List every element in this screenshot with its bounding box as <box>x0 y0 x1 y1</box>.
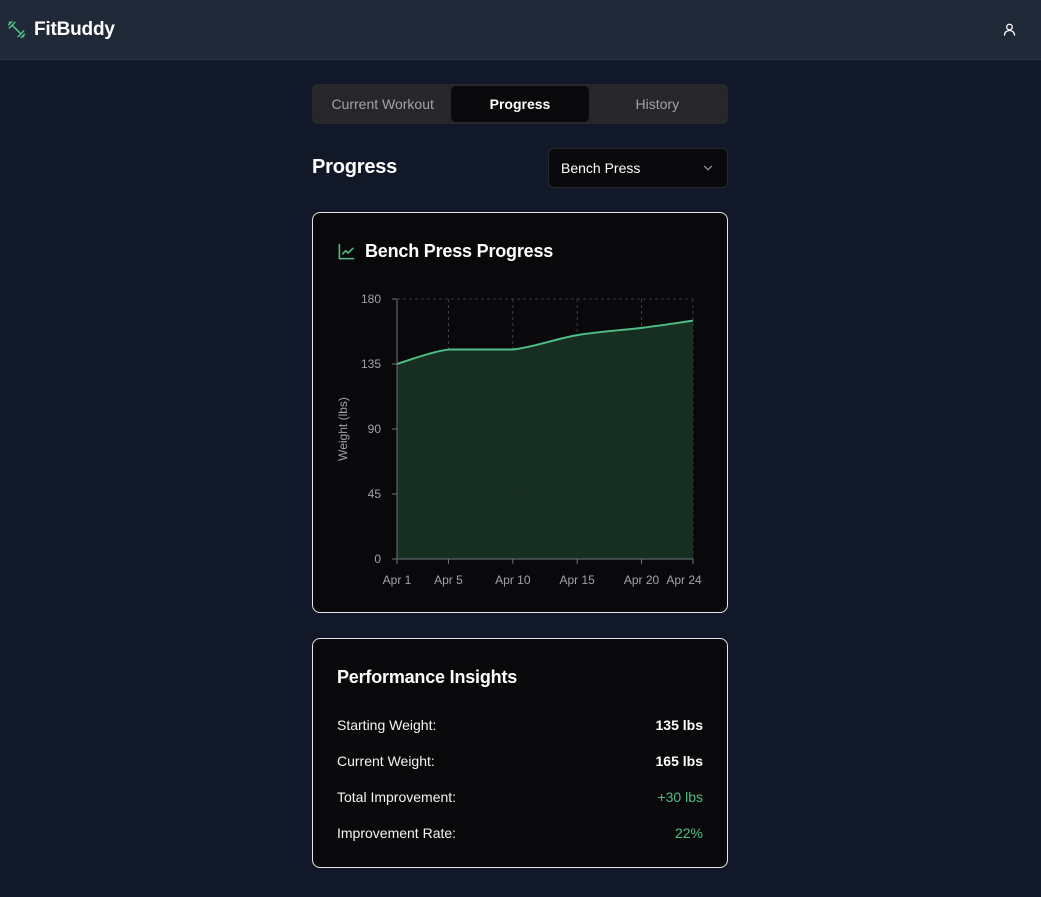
view-tabs: Current Workout Progress History <box>312 84 728 124</box>
x-tick-label: Apr 1 <box>383 573 412 587</box>
insight-label: Total Improvement: <box>337 789 457 805</box>
progress-chart: 0 45 90 135 180 Apr 1 Apr 5 Apr 10 Apr 15 Apr 20 A… <box>336 292 702 587</box>
brand[interactable]: FitBuddy <box>7 19 115 41</box>
performance-insights-card: Performance Insights Starting Weight: 13… <box>312 638 728 868</box>
y-tick-label: 135 <box>361 357 381 371</box>
tab-current-workout[interactable]: Current Workout <box>314 86 451 122</box>
x-tick-label: Apr 20 <box>624 573 660 587</box>
insight-row-improvement-rate: Improvement Rate: 22% <box>337 823 703 843</box>
x-tick-label: Apr 10 <box>495 573 531 587</box>
insight-value: 22% <box>674 825 703 841</box>
y-tick-label: 90 <box>368 422 382 436</box>
insight-row-total-improvement: Total Improvement: +30 lbs <box>337 787 703 807</box>
insight-label: Improvement Rate: <box>337 825 457 841</box>
insight-value: 135 lbs <box>655 717 703 733</box>
insight-row-starting-weight: Starting Weight: 135 lbs <box>337 715 703 735</box>
x-tick-label: Apr 5 <box>434 573 463 587</box>
y-tick-label: 0 <box>374 552 381 566</box>
insight-label: Starting Weight: <box>337 717 437 733</box>
user-icon <box>1002 22 1017 37</box>
insight-value: 165 lbs <box>655 753 703 769</box>
app-name: FitBuddy <box>34 18 115 40</box>
y-tick-label: 45 <box>368 487 382 501</box>
insight-row-current-weight: Current Weight: 165 lbs <box>337 751 703 771</box>
x-tick-label: Apr 24 <box>666 573 702 587</box>
exercise-select[interactable]: Bench Press <box>548 148 728 188</box>
y-tick-label: 180 <box>361 292 381 306</box>
dumbbell-icon <box>7 20 26 39</box>
y-axis-label: Weight (lbs) <box>336 397 350 461</box>
insight-label: Current Weight: <box>337 753 435 769</box>
insight-value: +30 lbs <box>657 789 703 805</box>
tab-progress[interactable]: Progress <box>451 86 589 122</box>
insights-title: Performance Insights <box>337 667 518 687</box>
area-fill-series <box>397 320 693 559</box>
tab-history[interactable]: History <box>589 86 726 122</box>
user-profile-button[interactable] <box>997 18 1021 42</box>
progress-chart-card: Bench Press Progress 0 45 90 135 180 Apr 1 Apr… <box>312 212 728 613</box>
top-bar: FitBuddy <box>0 0 1041 60</box>
chevron-down-icon <box>701 161 715 175</box>
page-title: Progress <box>312 156 398 178</box>
exercise-select-value: Bench Press <box>561 160 641 176</box>
x-tick-label: Apr 15 <box>559 573 595 587</box>
